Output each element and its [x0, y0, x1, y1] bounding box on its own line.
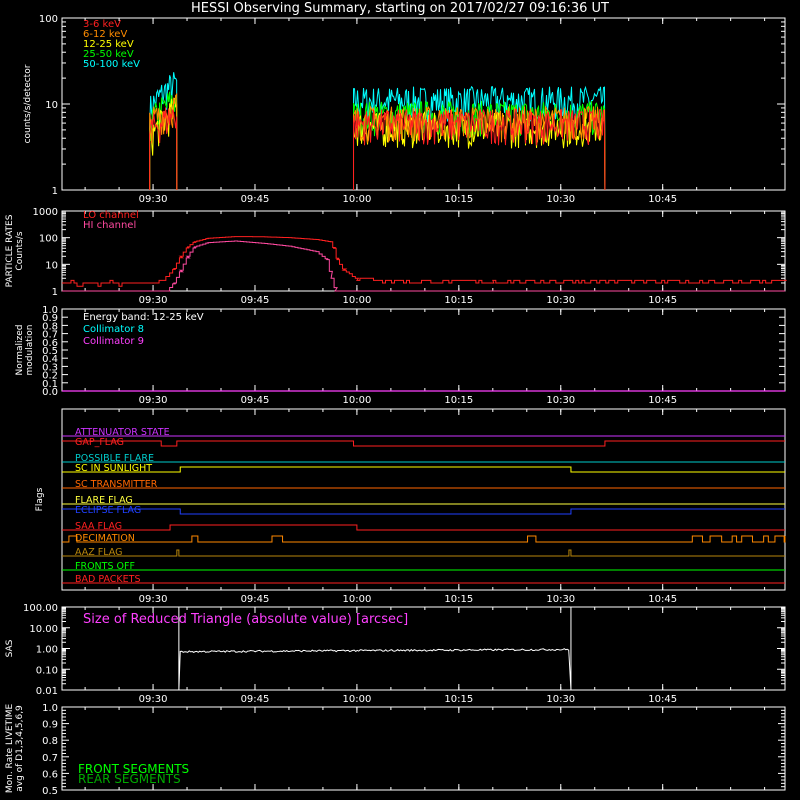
x-tick-label: 09:45: [241, 395, 270, 406]
x-tick-label: 10:15: [444, 395, 473, 406]
flag-line: [62, 535, 786, 543]
y-tick-label: 1.0: [42, 703, 58, 714]
x-tick-label: 10:15: [444, 194, 473, 205]
y-tick-label: 0.9: [42, 720, 58, 731]
x-tick-label: 10:00: [342, 295, 371, 306]
legend-entry: Collimator 9: [83, 336, 144, 347]
x-tick-label: 09:45: [241, 594, 270, 605]
y-tick-label: 100: [39, 14, 58, 25]
livetime-panel: Mon. Rate LIVETIME avg of D1,3,4,5,6,9 0.5…: [5, 703, 786, 797]
sas-panel: SAS 09:30 09:45 10:00 10:15 10:30 10:45 0.01 0.1…: [5, 603, 786, 705]
x-tick-label: 10:00: [342, 194, 371, 205]
x-tick-label: 09:30: [139, 694, 168, 705]
flag-line: [62, 466, 785, 473]
x-tick-label: 10:00: [342, 694, 371, 705]
livetime-ylabel: Mon. Rate LIVETIME: [5, 704, 15, 794]
x-tick-label: 10:45: [648, 694, 677, 705]
x-tick-label: 09:30: [139, 194, 168, 205]
hessi-summary-plot: HESSI Observing Summary, starting on 201…: [5, 1, 787, 797]
x-tick-label: 09:30: [139, 295, 168, 306]
flag-line: [62, 524, 785, 531]
x-tick-label: 10:15: [444, 295, 473, 306]
y-tick-label: 1.0: [42, 305, 58, 316]
y-tick-label: 1000: [33, 207, 58, 218]
x-tick-label: 10:30: [546, 295, 575, 306]
x-tick-label: 09:45: [241, 194, 270, 205]
counts-panel: counts/s/detector 09:30 09:45 10:00 10:15 10:…: [23, 14, 786, 205]
chart-title: HESSI Observing Summary, starting on 201…: [191, 1, 609, 16]
x-tick-label: 10:45: [648, 395, 677, 406]
x-tick-label: 10:00: [342, 594, 371, 605]
particle-frame: [61, 210, 786, 292]
livetime-ylabel: avg of D1,3,4,5,6,9: [15, 705, 25, 792]
y-tick-label: 0.8: [42, 736, 58, 747]
y-tick-label: 1: [52, 186, 58, 197]
particle-ylabel: Counts/s: [15, 231, 25, 270]
x-tick-label: 10:30: [546, 594, 575, 605]
series-line: [149, 91, 178, 191]
x-tick-label: 10:45: [648, 594, 677, 605]
legend-entry: HI channel: [83, 220, 136, 231]
x-tick-label: 09:30: [139, 594, 168, 605]
flag-label: ECLIPSE FLAG: [75, 505, 141, 516]
y-tick-label: 10.00: [29, 624, 58, 635]
y-tick-label: 0.7: [42, 753, 58, 764]
modulation-panel: Normalized modulation 09:30 09:45 10:00 10:15…: [15, 305, 786, 406]
legend-entry: Energy band: 12-25 keV: [83, 312, 204, 323]
x-tick-label: 10:30: [546, 194, 575, 205]
y-tick-label: 0.10: [36, 665, 58, 676]
legend-entry: 50-100 keV: [83, 59, 140, 70]
flag-line: [62, 508, 785, 515]
x-tick-label: 09:30: [139, 395, 168, 406]
particle-ylabel: PARTICLE RATES: [5, 214, 15, 287]
y-tick-label: 100: [39, 234, 58, 245]
counts-ylabel: counts/s/detector: [23, 64, 33, 143]
modulation-ylabel: modulation: [25, 325, 35, 376]
y-tick-label: 100.00: [23, 603, 58, 614]
x-tick-label: 10:30: [546, 395, 575, 406]
flags-ylabel: Flags: [35, 487, 45, 511]
legend-entry: REAR SEGMENTS: [78, 772, 181, 786]
x-tick-label: 10:45: [648, 194, 677, 205]
particle-panel: PARTICLE RATES Counts/s 09:30 09:45 10:00 10:…: [5, 207, 787, 306]
flag-label: GAP_FLAG: [75, 437, 124, 448]
chart-annotation: Size of Reduced Triangle (absolute value…: [83, 612, 408, 627]
x-tick-label: 10:45: [648, 295, 677, 306]
modulation-ylabel: Normalized: [15, 324, 25, 375]
series-line: [62, 240, 786, 292]
series-line: [149, 92, 178, 191]
x-tick-label: 10:00: [342, 395, 371, 406]
y-tick-label: 1: [52, 287, 58, 298]
x-tick-label: 09:45: [241, 295, 270, 306]
flag-line: [62, 549, 785, 557]
chart-panels: counts/s/detector 09:30 09:45 10:00 10:15 10:…: [5, 14, 787, 797]
series-line: [62, 236, 787, 287]
y-tick-label: 1.00: [36, 645, 58, 656]
legend-entry: Collimator 8: [83, 324, 144, 335]
x-tick-label: 10:15: [444, 694, 473, 705]
sas-ylabel: SAS: [5, 639, 15, 657]
x-tick-label: 10:15: [444, 594, 473, 605]
flags-panel: Flags09:30 09:45 10:00 10:15 10:30 10:45ATTEN…: [35, 408, 786, 605]
y-tick-label: 0.01: [36, 686, 58, 697]
flag-line: [62, 440, 785, 447]
y-tick-label: 10: [45, 100, 58, 111]
x-tick-label: 10:30: [546, 694, 575, 705]
y-tick-label: 10: [45, 260, 58, 271]
y-tick-label: 0.6: [42, 769, 58, 780]
x-tick-label: 09:45: [241, 694, 270, 705]
y-tick-label: 0.5: [42, 786, 58, 797]
